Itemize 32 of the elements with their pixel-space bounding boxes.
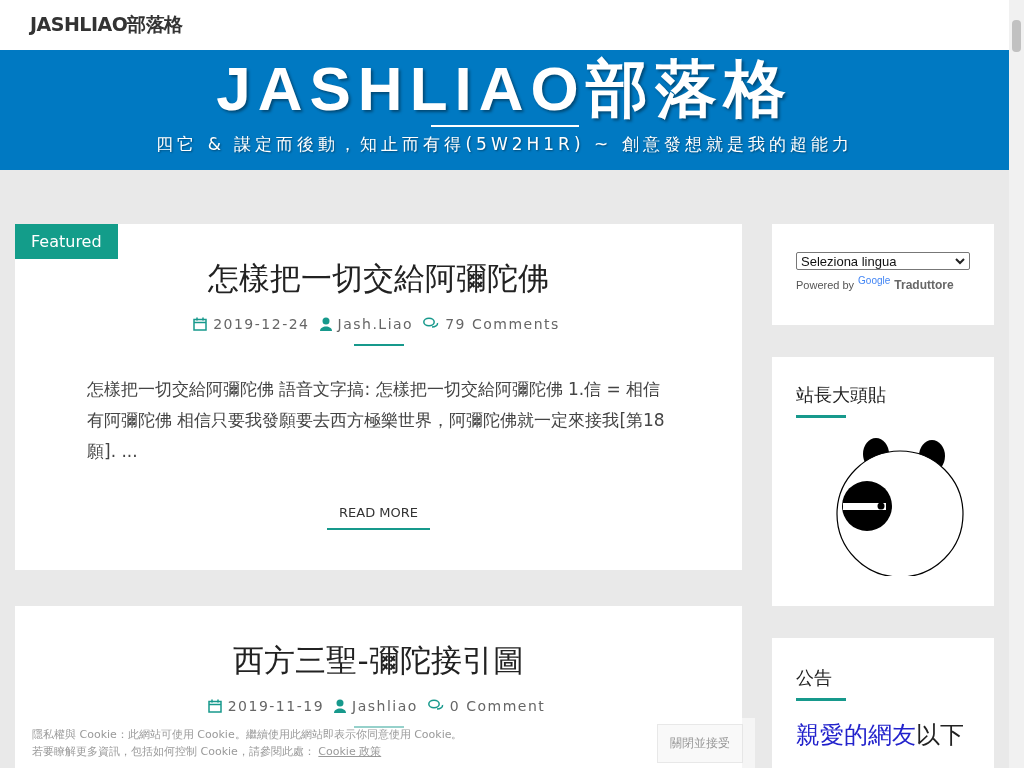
site-title[interactable]: JASHLIAO部落格	[30, 12, 183, 38]
user-icon	[319, 317, 332, 331]
post-date[interactable]: 2019-12-24	[213, 316, 310, 332]
notice-link[interactable]: 親愛的網友	[796, 721, 916, 749]
chevron-down-icon	[955, 257, 965, 265]
tagline: 四它 & 謀定而後動，知止而有得(5W2H1R) ~ 創意發想就是我的超能力	[156, 133, 853, 156]
featured-label[interactable]: Featured	[15, 224, 118, 259]
comments-icon	[423, 317, 440, 331]
comment-count[interactable]: 0 Comment	[449, 698, 546, 714]
notice-text: 以下	[916, 721, 964, 749]
cookie-notice-text: 若要瞭解更多資訊，包括如何控制 Cookie，請參閱此處：	[32, 745, 315, 758]
comments-icon	[427, 699, 444, 713]
translator-link[interactable]: Traduttore	[894, 278, 954, 292]
widget-title: 公告	[796, 666, 833, 690]
widget-title: 站長大頭貼	[796, 383, 887, 407]
post-title[interactable]: 西方三聖-彌陀接引圖	[233, 640, 524, 682]
powered-by-text: Powered by	[796, 279, 855, 291]
comment-count[interactable]: 79 Comments	[445, 316, 560, 332]
google-logo[interactable]: Google	[858, 275, 891, 286]
post-title[interactable]: 怎樣把一切交給阿彌陀佛	[208, 258, 549, 300]
calendar-icon	[207, 699, 222, 713]
scrollbar[interactable]	[1009, 0, 1024, 768]
post-date[interactable]: 2019-11-19	[227, 698, 325, 714]
post-excerpt: 怎樣把一切交給阿彌陀佛 語音文字搞: 怎樣把一切交給阿彌陀佛 1.信 = 相信有阿彌陀佛 相信只要我發願要去西方極樂世界，阿彌陀佛就一定來接我[第18願]. ...	[87, 378, 666, 463]
cookie-notice-text: 隱私權與 Cookie：此網站可使用 Cookie。繼續使用此網站即表示你同意使用 Cookie。	[32, 727, 463, 743]
user-icon	[334, 699, 347, 713]
post-author[interactable]: Jashliao	[352, 698, 418, 714]
calendar-icon	[193, 317, 208, 331]
language-select[interactable]: Seleziona lingua	[796, 252, 970, 270]
blog-title[interactable]: JASHLIAO部落格	[216, 54, 793, 124]
post-author[interactable]: Jash.Liao	[337, 316, 414, 332]
read-more-link[interactable]: READ MORE	[327, 497, 430, 530]
